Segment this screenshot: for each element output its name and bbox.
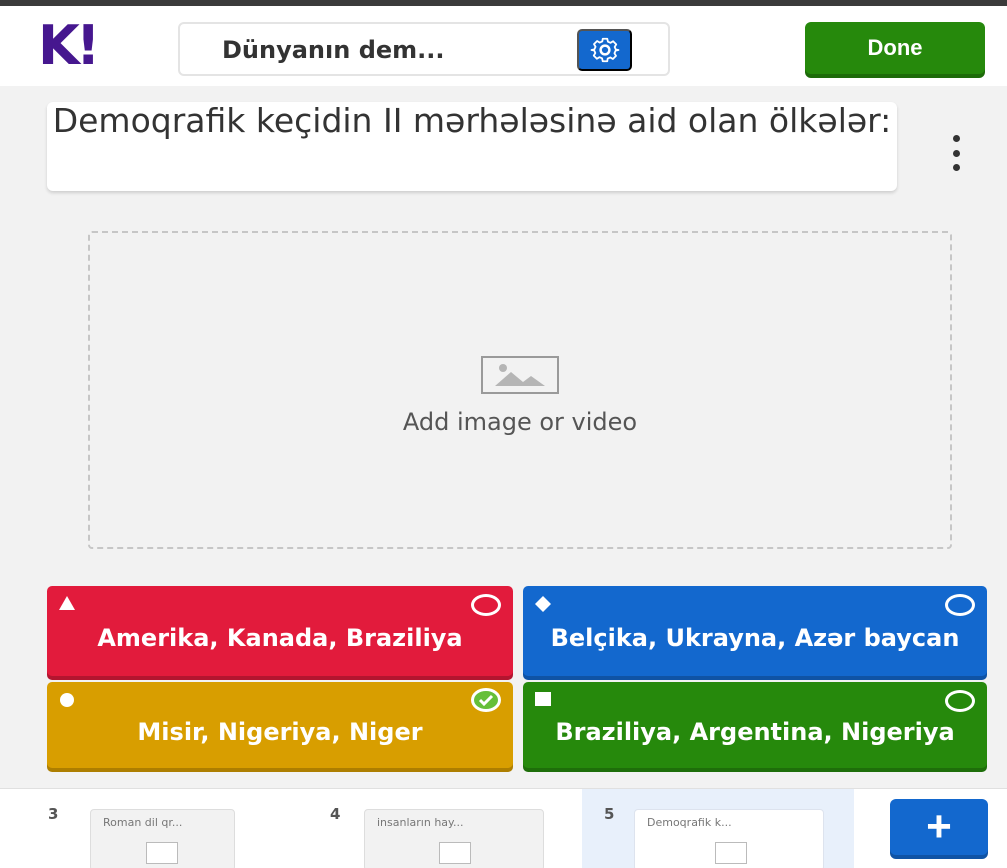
circle-icon bbox=[60, 693, 74, 707]
gear-icon bbox=[590, 37, 619, 63]
slide-title: Demoqrafik k... bbox=[647, 816, 732, 829]
image-icon bbox=[146, 842, 178, 864]
correct-check-icon[interactable] bbox=[471, 688, 501, 712]
media-dropzone[interactable]: Add image or video bbox=[88, 231, 952, 549]
kahoot-logo[interactable]: K! bbox=[38, 16, 101, 76]
slide-thumb-3[interactable]: 3 Roman dil qr... bbox=[48, 799, 248, 868]
quiz-title: Dünyanın dem... bbox=[222, 36, 445, 64]
media-label: Add image or video bbox=[402, 408, 638, 436]
square-icon bbox=[535, 692, 551, 706]
answer-4[interactable]: Braziliya, Argentina, Nigeriya bbox=[523, 682, 987, 768]
slide-title: insanların hay... bbox=[377, 816, 464, 829]
slide-card: Roman dil qr... bbox=[90, 809, 235, 868]
slide-card: insanların hay... bbox=[364, 809, 544, 868]
answer-3[interactable]: Misir, Nigeriya, Niger bbox=[47, 682, 513, 768]
image-icon bbox=[481, 356, 559, 394]
answer-1[interactable]: Amerika, Kanada, Braziliya bbox=[47, 586, 513, 676]
slide-card: Demoqrafik k... bbox=[634, 809, 824, 868]
slide-number: 4 bbox=[330, 805, 341, 823]
more-options-icon[interactable] bbox=[950, 135, 962, 171]
correct-toggle-2[interactable] bbox=[945, 594, 975, 616]
answer-2[interactable]: Belçika, Ukrayna, Azər baycan bbox=[523, 586, 987, 676]
question-input[interactable]: Demoqrafik keçidin II mərhələsinə aid ol… bbox=[47, 102, 897, 191]
slide-thumb-5[interactable]: 5 Demoqrafik k... bbox=[604, 799, 844, 868]
diamond-icon bbox=[535, 596, 551, 612]
answer-4-text: Braziliya, Argentina, Nigeriya bbox=[555, 718, 955, 746]
triangle-icon bbox=[59, 596, 75, 610]
header: K! Dünyanın dem... Done bbox=[0, 6, 1007, 86]
slide-thumb-4[interactable]: 4 insanların hay... bbox=[330, 799, 550, 868]
slide-navigator: 3 Roman dil qr... 4 insanların hay... 5 … bbox=[0, 788, 1007, 868]
image-icon bbox=[715, 842, 747, 864]
answer-1-text: Amerika, Kanada, Braziliya bbox=[97, 624, 463, 652]
answer-2-text: Belçika, Ukrayna, Azər baycan bbox=[550, 624, 960, 652]
correct-toggle-1[interactable] bbox=[471, 594, 501, 616]
image-icon bbox=[439, 842, 471, 864]
slide-title: Roman dil qr... bbox=[103, 816, 183, 829]
answer-3-text: Misir, Nigeriya, Niger bbox=[137, 718, 423, 746]
slide-number: 3 bbox=[48, 805, 59, 823]
done-button[interactable]: Done bbox=[805, 22, 985, 74]
add-question-button[interactable]: + bbox=[890, 799, 988, 855]
slide-number: 5 bbox=[604, 805, 615, 823]
correct-toggle-4[interactable] bbox=[945, 690, 975, 712]
settings-button[interactable] bbox=[577, 29, 632, 71]
